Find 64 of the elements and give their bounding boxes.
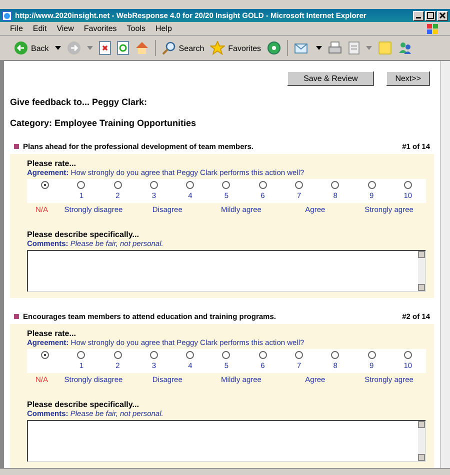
menu-item[interactable]: Tools (126, 24, 146, 33)
bullet-icon (14, 144, 19, 149)
media-icon[interactable] (267, 41, 282, 55)
comments-field[interactable] (27, 250, 426, 292)
menu-item[interactable]: Help (155, 24, 172, 33)
radio-button[interactable] (222, 181, 230, 189)
radio-button[interactable] (114, 181, 122, 189)
menu-item[interactable]: File (10, 24, 23, 33)
radio-button[interactable] (114, 351, 122, 359)
radio-button[interactable] (41, 181, 50, 189)
close-button[interactable] (437, 10, 448, 20)
maximize-icon (427, 12, 434, 19)
close-icon (439, 12, 446, 19)
next-button[interactable]: Next>> (386, 71, 430, 86)
radio-button[interactable] (150, 181, 158, 189)
back-button[interactable]: Back (14, 41, 49, 55)
dropdown-arrow-icon[interactable] (54, 46, 61, 50)
home-icon[interactable] (134, 41, 149, 55)
radio-button[interactable] (41, 351, 50, 359)
search-button[interactable]: Search (162, 41, 204, 55)
radio-button[interactable] (77, 351, 86, 359)
radio-button[interactable] (258, 351, 267, 359)
windows-flag-icon (426, 22, 440, 34)
printer-icon[interactable] (328, 41, 342, 55)
menu-item[interactable]: View (56, 24, 74, 33)
radio-button[interactable] (295, 181, 304, 189)
dropdown-arrow-icon[interactable] (316, 46, 322, 50)
menu-item[interactable]: Favorites (84, 24, 117, 33)
radio-button[interactable] (295, 351, 304, 359)
radio-button[interactable] (77, 181, 86, 189)
radio-button[interactable] (368, 351, 376, 359)
search-icon (162, 41, 176, 55)
rate-prompt: Please rate... (27, 159, 77, 168)
radio-button[interactable] (404, 351, 412, 359)
scrollbar[interactable] (440, 61, 450, 468)
radio-button[interactable] (186, 351, 194, 359)
scrollbar[interactable] (418, 251, 425, 291)
radio-button[interactable] (186, 181, 194, 189)
comments-field[interactable] (27, 420, 426, 462)
refresh-icon[interactable] (116, 41, 129, 55)
radio-button[interactable] (222, 351, 230, 359)
radio-button[interactable] (150, 351, 158, 359)
favorites-button[interactable]: Favorites (210, 41, 262, 55)
radio-button[interactable] (404, 181, 412, 189)
category-heading: Category: Employee Training Opportunities (10, 118, 198, 128)
browser-icon (2, 10, 12, 20)
bullet-icon (14, 314, 19, 319)
mail-icon[interactable] (294, 41, 310, 55)
star-icon (210, 41, 226, 55)
radio-button[interactable] (331, 181, 340, 189)
describe-prompt: Please describe specifically... (27, 400, 140, 409)
scrollbar[interactable] (418, 421, 425, 461)
save-review-button[interactable]: Save & Review (287, 71, 374, 86)
maximize-button[interactable] (425, 10, 436, 20)
feedback-heading: Give feedback to... Peggy Clark: (10, 97, 148, 107)
people-icon[interactable] (398, 41, 412, 55)
radio-button[interactable] (331, 351, 340, 359)
stop-icon[interactable] (98, 41, 111, 55)
menu-item[interactable]: Edit (32, 24, 47, 33)
radio-button[interactable] (368, 181, 376, 189)
describe-prompt: Please describe specifically... (27, 230, 140, 239)
minimize-button[interactable] (413, 10, 424, 20)
rate-prompt: Please rate... (27, 329, 77, 338)
radio-button[interactable] (258, 181, 267, 189)
